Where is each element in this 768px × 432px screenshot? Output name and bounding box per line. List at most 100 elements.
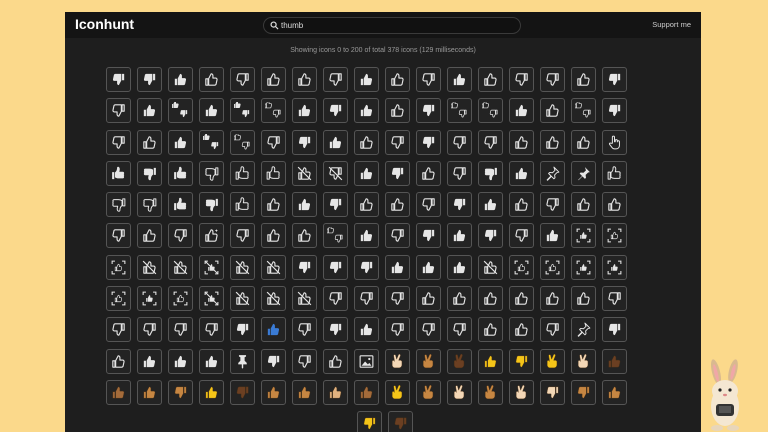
icon-tile-pushpin-icon[interactable] (230, 348, 255, 374)
icon-tile-thumbs-down-dark-emoji[interactable] (230, 379, 255, 405)
icon-tile-thumb-up-solid[interactable] (385, 254, 410, 280)
icon-tile-thumb-down-solid[interactable] (106, 67, 131, 92)
icon-tile-thumb-down-outline[interactable] (509, 67, 534, 92)
icon-tile-thumbs-up-down-outline[interactable] (478, 98, 503, 124)
icon-tile-thumb-focus-icon[interactable] (571, 223, 596, 249)
icon-tile-thumbs-up-down-outline[interactable] (571, 98, 596, 124)
icon-tile-thumb-down-solid[interactable] (292, 129, 317, 155)
icon-tile-crossed-fingers-light-emoji[interactable] (509, 379, 534, 405)
icon-tile-thumb-up-solid[interactable] (168, 67, 193, 92)
icon-tile-thumb-up-solid[interactable] (323, 129, 348, 155)
icon-tile-thumb-focus-outline-icon[interactable] (509, 254, 534, 280)
icon-tile-thumb-down-outline[interactable] (168, 317, 193, 343)
icon-tile-thumb-down-outline[interactable] (106, 98, 131, 124)
icon-tile-thumb-down-outline[interactable] (385, 129, 410, 155)
icon-tile-thumb-down-solid[interactable] (602, 317, 627, 343)
icon-tile-thumb-up-off-icon[interactable] (292, 160, 317, 186)
icon-tile-thumb-down-solid[interactable] (447, 192, 472, 218)
icon-tile-thumb-focus-icon[interactable] (137, 286, 162, 312)
icon-tile-crossed-fingers-yellow-emoji[interactable] (540, 348, 565, 374)
icon-tile-thumbs-up-medium-emoji[interactable] (261, 379, 286, 405)
icon-tile-thumb-up-solid[interactable] (478, 192, 503, 218)
icon-tile-thumb-down-outline[interactable] (292, 348, 317, 374)
icon-tile-crossed-fingers-light-emoji[interactable] (385, 348, 410, 374)
icon-tile-thumb-up-outline[interactable] (571, 129, 596, 155)
icon-tile-thumb-up-solid[interactable] (354, 317, 379, 343)
icon-tile-thumb-off-icon[interactable] (168, 254, 193, 280)
icon-tile-thumb-up-outline[interactable] (385, 98, 410, 124)
icon-tile-hand-pointer-icon[interactable] (602, 129, 627, 155)
icon-tile-thumbs-up-yellow-emoji[interactable] (478, 348, 503, 374)
icon-tile-hand-thumb-down-outline[interactable] (199, 160, 224, 186)
icon-tile-thumb-down-outline[interactable] (540, 67, 565, 92)
icon-tile-thumb-up-outline[interactable] (602, 192, 627, 218)
icon-tile-thumb-off-icon[interactable] (137, 254, 162, 280)
icon-tile-thumb-down-solid[interactable] (416, 129, 441, 155)
icon-tile-thumbs-up-dark-emoji[interactable] (602, 348, 627, 374)
icon-tile-thumb-down-solid[interactable] (478, 223, 503, 249)
icon-tile-crossed-fingers-dark-emoji[interactable] (447, 348, 472, 374)
icon-tile-thumb-down-outline[interactable] (416, 192, 441, 218)
icon-tile-thumb-up-outline[interactable] (509, 192, 534, 218)
icon-tile-pin-outline[interactable] (540, 160, 565, 186)
icon-tile-crossed-fingers-medium-emoji[interactable] (416, 379, 441, 405)
icon-tile-thumb-up-outline[interactable] (540, 286, 565, 312)
icon-tile-hand-thumb-up-outline[interactable] (602, 160, 627, 186)
icon-tile-hand-thumb-down-solid[interactable] (137, 160, 162, 186)
icon-tile-thumb-down-solid[interactable] (416, 223, 441, 249)
icon-tile-thumb-up-solid[interactable] (416, 254, 441, 280)
icon-tile-crossed-fingers-light-emoji[interactable] (571, 348, 596, 374)
icon-tile-thumb-up-solid[interactable] (354, 223, 379, 249)
icon-tile-image-icon[interactable] (354, 348, 379, 374)
icon-tile-thumb-up-outline[interactable] (478, 317, 503, 343)
icon-tile-thumbs-down-medium-emoji[interactable] (168, 379, 193, 405)
icon-tile-thumb-up-outline[interactable] (292, 67, 317, 92)
icon-tile-thumbs-up-down-outline[interactable] (261, 98, 286, 124)
icon-tile-thumb-up-outline[interactable] (509, 286, 534, 312)
icon-tile-thumb-down-solid[interactable] (602, 67, 627, 92)
icon-tile-thumb-up-outline[interactable] (540, 98, 565, 124)
icon-tile-thumb-down-solid[interactable] (230, 317, 255, 343)
icon-tile-thumb-down-off-icon[interactable] (323, 160, 348, 186)
icon-tile-thumb-up-solid[interactable] (137, 348, 162, 374)
icon-tile-thumb-down-solid[interactable] (385, 160, 410, 186)
icon-tile-thumb-up-solid[interactable] (447, 223, 472, 249)
icon-tile-thumb-down-solid[interactable] (323, 317, 348, 343)
icon-tile-thumb-down-outline[interactable] (416, 67, 441, 92)
icon-tile-thumb-up-outline[interactable] (137, 223, 162, 249)
icon-tile-thumb-down-outline[interactable] (540, 192, 565, 218)
icon-tile-thumb-off-icon[interactable] (230, 254, 255, 280)
icon-tile-thumbs-up-down-solid[interactable] (230, 98, 255, 124)
icon-tile-thumbs-up-down-outline[interactable] (323, 223, 348, 249)
icon-tile-thumb-up-blue-icon[interactable] (261, 317, 286, 343)
icon-tile-thumb-up-solid[interactable] (137, 98, 162, 124)
icon-tile-thumb-off-icon[interactable] (230, 286, 255, 312)
icon-tile-thumb-up-outline[interactable] (106, 348, 131, 374)
icon-tile-thumb-up-solid[interactable] (354, 160, 379, 186)
icon-tile-thumb-up-outline[interactable] (478, 286, 503, 312)
icon-tile-thumbs-up-yellow-emoji[interactable] (199, 379, 224, 405)
icon-tile-thumb-up-solid[interactable] (292, 192, 317, 218)
icon-tile-hand-thumb-up-outline[interactable] (230, 192, 255, 218)
icon-tile-crossed-fingers-medium-emoji[interactable] (478, 379, 503, 405)
support-me-link[interactable]: Support me (652, 20, 691, 29)
icon-tile-thumb-up-outline[interactable] (478, 67, 503, 92)
icon-tile-thumb-focus-outline-icon[interactable] (168, 286, 193, 312)
icon-tile-thumb-down-solid[interactable] (323, 192, 348, 218)
icon-tile-thumbs-up-medium-emoji[interactable] (602, 379, 627, 405)
icon-tile-thumbs-down-yellow-emoji[interactable] (357, 411, 382, 432)
icon-tile-thumb-focus-outline-icon[interactable] (602, 223, 627, 249)
icon-tile-thumbs-up-medium-emoji[interactable] (137, 379, 162, 405)
icon-tile-thumb-up-solid[interactable] (540, 223, 565, 249)
icon-tile-thumb-up-outline[interactable] (137, 129, 162, 155)
icon-tile-thumb-down-outline[interactable] (199, 317, 224, 343)
icon-tile-thumb-down-outline[interactable] (447, 317, 472, 343)
icon-tile-hand-thumb-down-solid[interactable] (478, 160, 503, 186)
icon-tile-thumb-up-outline[interactable] (385, 67, 410, 92)
icon-tile-thumb-down-outline[interactable] (261, 129, 286, 155)
icon-tile-thumb-off-icon[interactable] (261, 254, 286, 280)
icon-tile-thumb-up-outline[interactable] (571, 286, 596, 312)
icon-tile-thumb-down-outline[interactable] (230, 223, 255, 249)
icon-tile-thumb-down-outline[interactable] (416, 317, 441, 343)
icon-tile-thumb-off-focus-icon[interactable] (199, 254, 224, 280)
